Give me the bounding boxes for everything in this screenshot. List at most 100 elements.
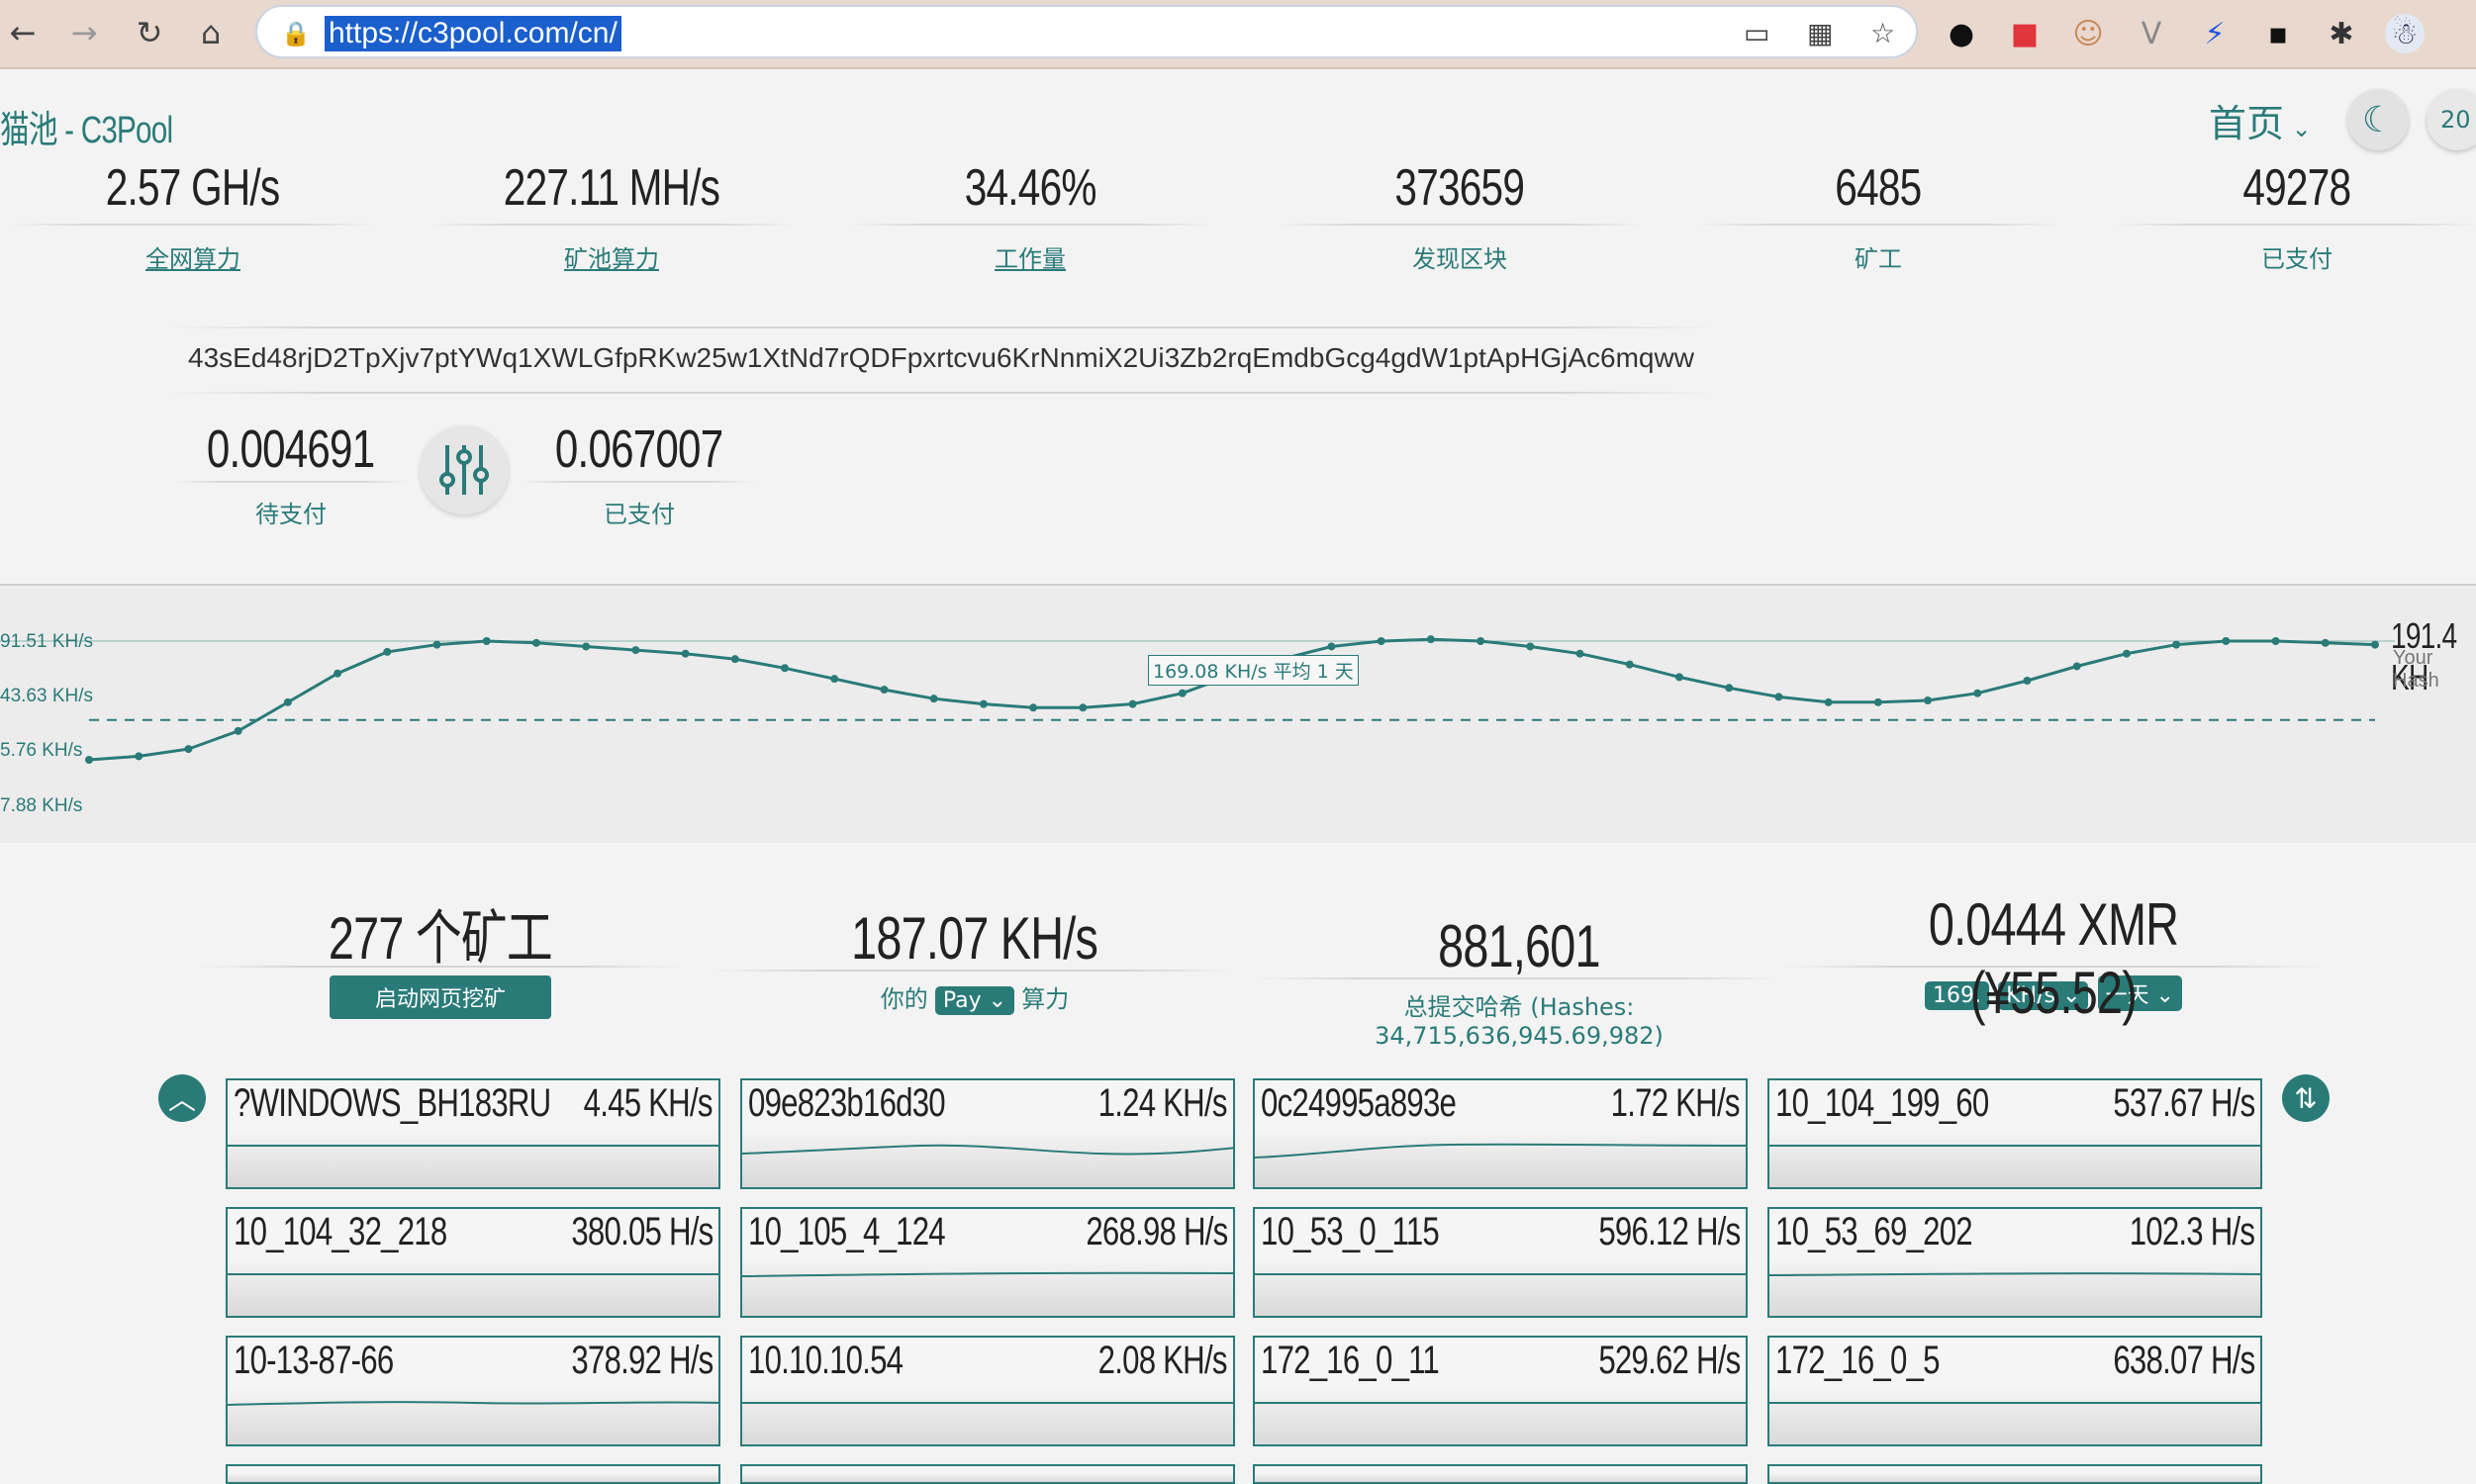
hashrate-point bbox=[730, 655, 739, 664]
worker-card[interactable]: 0c24995a893e 1.72 KH/s bbox=[1253, 1078, 1748, 1189]
summary-workers: 277 个矿工 启动网页挖矿 bbox=[198, 890, 683, 1019]
worker-card-partial[interactable] bbox=[740, 1464, 1235, 1484]
qr-icon[interactable]: ▦ bbox=[1807, 17, 1833, 49]
sliders-settings-icon[interactable] bbox=[420, 425, 509, 514]
forward-icon[interactable]: → bbox=[61, 10, 107, 55]
pool-hashrate-link[interactable]: 矿池算力 bbox=[419, 239, 805, 274]
browser-toolbar: ← → ↻ ⌂ 🔒 https://c3pool.com/cn/ ▭ ▦ ☆ ●… bbox=[0, 0, 2476, 69]
hashrate-point bbox=[482, 637, 491, 645]
hashrate-point bbox=[781, 664, 790, 673]
cast-icon[interactable]: ▭ bbox=[1744, 17, 1769, 49]
hashrate-point bbox=[531, 638, 540, 647]
summary-hashes: 881,601 总提交哈希 (Hashes: 34,715,636,945.69… bbox=[1257, 890, 1781, 1050]
hashrate-point bbox=[1973, 689, 1982, 697]
extension-circle-icon[interactable]: ● bbox=[1942, 14, 1981, 53]
effort-link[interactable]: 工作量 bbox=[837, 239, 1223, 274]
hashrate-point bbox=[383, 647, 392, 656]
hashrate-chart: 91.51 KH/s 43.63 KH/s 5.76 KH/s 7.88 KH/… bbox=[0, 584, 2476, 843]
average-label: 169.08 KH/s 平均 1 天 bbox=[1148, 655, 1359, 686]
extension-face-icon[interactable]: ☺ bbox=[2068, 14, 2108, 53]
address-divider-bottom bbox=[168, 392, 1712, 394]
site-title[interactable]: 猫池 - C3Pool bbox=[0, 99, 221, 153]
hashrate-point bbox=[1526, 642, 1535, 651]
chevron-down-icon: ⌄ bbox=[981, 988, 1007, 1013]
profile-avatar-icon[interactable]: ☃ bbox=[2385, 14, 2425, 53]
address-bar[interactable]: 🔒 https://c3pool.com/cn/ ▭ ▦ ☆ bbox=[255, 5, 1918, 58]
stat-pool-hashrate: 227.11 MH/s 矿池算力 bbox=[419, 158, 805, 274]
pending-balance: 0.004691 待支付 bbox=[162, 417, 420, 529]
hashrate-point bbox=[2023, 677, 2032, 685]
hashrate-point bbox=[631, 646, 640, 655]
hashrate-point bbox=[1824, 697, 1833, 706]
nav-home-menu[interactable]: 首页 ⌄ bbox=[2209, 93, 2312, 147]
hashrate-point bbox=[1674, 673, 1683, 682]
hashrate-point bbox=[2222, 637, 2231, 645]
start-web-mining-button[interactable]: 启动网页挖矿 bbox=[329, 975, 551, 1019]
worker-card-partial[interactable] bbox=[1253, 1464, 1748, 1484]
extension-v-icon[interactable]: V bbox=[2132, 14, 2171, 53]
extensions-puzzle-icon[interactable]: ✱ bbox=[2322, 14, 2361, 53]
stat-network-hashrate: 2.57 GH/s 全网算力 bbox=[0, 158, 386, 274]
worker-card[interactable]: 10_104_199_60 537.67 H/s bbox=[1767, 1078, 2262, 1189]
hashrate-point bbox=[2371, 640, 2379, 649]
hashrate-point bbox=[2172, 640, 2181, 649]
address-divider-top bbox=[168, 326, 1712, 328]
worker-card[interactable]: ?WINDOWS_BH183RU 4.45 KH/s bbox=[226, 1078, 720, 1189]
extension-bolt-icon[interactable]: ⚡ bbox=[2195, 14, 2235, 53]
hashrate-point bbox=[1774, 693, 1783, 701]
back-icon[interactable]: ← bbox=[0, 10, 46, 55]
hashrate-point bbox=[681, 649, 690, 658]
extension-glasses-icon[interactable]: ▪ bbox=[2258, 14, 2298, 53]
y-tick-label: 91.51 KH/s bbox=[0, 631, 93, 652]
hashrate-point bbox=[85, 756, 93, 764]
worker-card[interactable]: 10.10.10.54 2.08 KH/s bbox=[740, 1336, 1235, 1446]
summary-hashrate: 187.07 KH/s 你的 Pay ⌄ 算力 bbox=[713, 890, 1237, 1015]
hashrate-point bbox=[1476, 637, 1485, 645]
hashrate-point bbox=[1377, 637, 1385, 645]
hashrate-type-select[interactable]: Pay ⌄ bbox=[934, 986, 1015, 1015]
worker-card[interactable]: 10_53_69_202 102.3 H/s bbox=[1767, 1207, 2262, 1318]
worker-card[interactable]: 172_16_0_11 529.62 H/s bbox=[1253, 1336, 1748, 1446]
hashrate-point bbox=[1575, 649, 1584, 658]
y-tick-label: 5.76 KH/s bbox=[0, 740, 83, 761]
wallet-address[interactable]: 43sEd48rjD2TpXjv7ptYWq1XWLGfpRKw25w1XtNd… bbox=[188, 342, 1694, 374]
extension-red-icon[interactable]: ■ bbox=[2005, 14, 2045, 53]
current-hashrate-label: Your Hash bbox=[2393, 647, 2439, 692]
hashrate-point bbox=[234, 726, 242, 735]
network-hashrate-link[interactable]: 全网算力 bbox=[0, 239, 386, 274]
moon-icon[interactable]: ☾ bbox=[2347, 89, 2409, 150]
hashrate-point bbox=[979, 699, 988, 708]
worker-card[interactable]: 10_53_0_115 596.12 H/s bbox=[1253, 1207, 1748, 1318]
worker-card[interactable]: 172_16_0_5 638.07 H/s bbox=[1767, 1336, 2262, 1446]
sort-toggle-icon[interactable]: ⇅ bbox=[2282, 1074, 2330, 1122]
url-text[interactable]: https://c3pool.com/cn/ bbox=[325, 16, 621, 51]
y-tick-label: 43.63 KH/s bbox=[0, 686, 93, 706]
worker-card-partial[interactable] bbox=[1767, 1464, 2262, 1484]
worker-card[interactable]: 10-13-87-66 378.92 H/s bbox=[226, 1336, 720, 1446]
reload-icon[interactable]: ↻ bbox=[127, 10, 172, 55]
hashrate-point bbox=[184, 745, 193, 754]
hashrate-point bbox=[830, 675, 839, 684]
worker-card-partial[interactable] bbox=[226, 1464, 720, 1484]
worker-card[interactable]: 10_105_4_124 268.98 H/s bbox=[740, 1207, 1235, 1318]
hashrate-chart-svg bbox=[0, 635, 2395, 764]
hashrate-point bbox=[1625, 660, 1634, 669]
worker-card[interactable]: 09e823b16d30 1.24 KH/s bbox=[740, 1078, 1235, 1189]
worker-card[interactable]: 10_104_32_218 380.05 H/s bbox=[226, 1207, 720, 1318]
home-icon[interactable]: ⌂ bbox=[188, 10, 234, 55]
stat-miners: 6485 矿工 bbox=[1685, 158, 2071, 274]
bookmark-star-icon[interactable]: ☆ bbox=[1870, 17, 1895, 49]
hashrate-point bbox=[1725, 684, 1734, 693]
hashrate-point bbox=[2271, 637, 2280, 645]
stat-effort: 34.46% 工作量 bbox=[837, 158, 1223, 274]
hashrate-point bbox=[283, 697, 292, 706]
lock-icon: 🔒 bbox=[281, 20, 311, 47]
chevron-down-icon: ⌄ bbox=[2284, 115, 2312, 142]
hashrate-point bbox=[929, 695, 938, 703]
hashrate-point bbox=[1178, 689, 1187, 697]
hashrate-point bbox=[1079, 703, 1088, 712]
hashrate-point bbox=[582, 642, 591, 651]
stat-payments: 49278 已支付 bbox=[2104, 158, 2476, 274]
corner-button[interactable]: 20 bbox=[2427, 89, 2476, 150]
collapse-up-icon[interactable]: ︿ bbox=[158, 1074, 206, 1122]
